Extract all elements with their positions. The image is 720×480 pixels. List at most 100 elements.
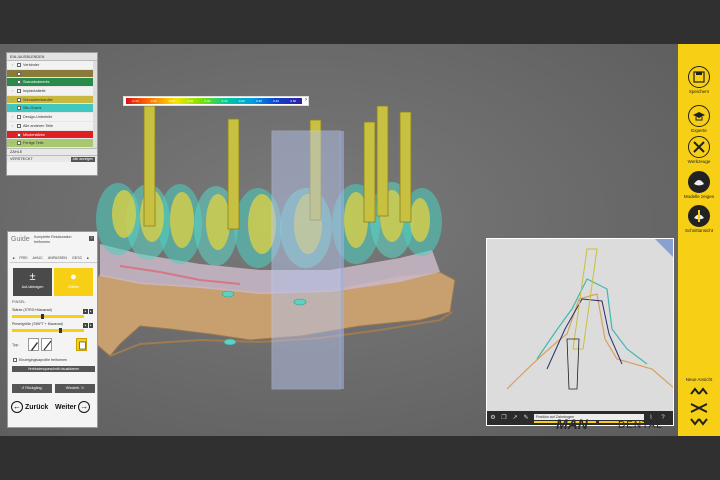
visibility-checkbox[interactable] [17,71,21,76]
expand-caret-icon[interactable]: › [12,113,15,121]
visibility-checkbox[interactable] [17,63,21,67]
visibility-checkbox[interactable] [17,132,21,137]
scale-tick-label: -0.30 [149,99,157,103]
back-button[interactable]: ← Zurück [11,401,48,415]
expand-caret-icon[interactable]: › [12,78,15,86]
visibility-checkbox[interactable] [17,80,21,85]
versteckt-label: VERSTECKT [10,156,33,161]
strength-slider[interactable] [12,314,84,319]
section-plane [271,130,344,390]
copy-icon[interactable]: ❐ [500,414,508,422]
expand-caret-icon[interactable]: › [12,61,15,69]
expand-caret-icon[interactable]: › [12,87,15,95]
visibility-item[interactable]: › Situ-Scans [7,104,97,114]
size-increase-icon[interactable]: ▸ [88,323,93,328]
expand-caret-icon[interactable]: › [12,104,15,112]
guide-panel: Guide Komplette Restauration freiformen … [7,231,98,428]
color-scale: -0.40 -0.30 -0.20 -0.10 0.00 0.10 0.20 0.30 0.40… [123,96,309,106]
visibility-checkbox[interactable] [17,97,21,102]
visibility-header[interactable]: EIN-/AUSBLENDEN [7,53,97,61]
visibility-item[interactable]: › Minderstärke [7,130,97,140]
size-stepper[interactable]: ◂ ▸ [83,323,93,328]
settings-icon[interactable]: ⚙ [489,414,497,422]
visibility-checkbox[interactable] [17,141,21,146]
visibility-item[interactable]: › Alle anderen Teile [7,121,97,131]
plus-minus-icon: ± [29,271,36,283]
view-navigation-icon[interactable] [687,386,711,426]
tools-label: Werkzeuge [687,159,711,164]
size-slider-knob[interactable] [59,328,63,333]
visualize-connector-button[interactable]: Verbindersqueschnitt visualisieren [12,366,95,372]
tab-frei[interactable]: FREI [17,256,30,260]
show-all-button[interactable]: Alle anzeigen [70,156,95,163]
tools-button[interactable]: Werkzeuge [678,136,720,165]
visibility-item[interactable]: › [7,69,97,79]
smooth-button[interactable]: ● Glätten [54,268,93,296]
visibility-item-label: Schraubenkanäle [23,97,53,102]
visibility-item[interactable]: › Fertige Teile [7,139,97,148]
strength-label: Stärke (STRG+Mausrad) [12,308,52,312]
strength-slider-knob[interactable] [40,314,44,319]
tab-anpassen[interactable]: ANPASSEN [45,256,69,260]
measure-icon[interactable]: ↗ [511,414,519,422]
zaehle-row[interactable]: ZÄHLE [7,147,97,155]
apply-remove-button[interactable]: ± Auf-/abtragen [13,268,52,296]
pen-type-button[interactable] [41,338,52,351]
tab-ahuc[interactable]: AHUC [30,256,45,260]
visibility-item-label: Verbinder [23,63,40,67]
visibility-item-label: Scanabutments [23,80,50,85]
visibility-checkbox[interactable] [17,89,21,94]
cross-section-view[interactable]: ⚙ ❐ ↗ ✎ Position auf Zahnbogen ⌇ ? [486,238,674,426]
help-icon[interactable]: ? [89,236,94,241]
visibility-checkbox[interactable] [17,106,21,111]
checkbox-box[interactable] [13,358,17,363]
visibility-item[interactable]: › Scanabutments [7,78,97,88]
section-icon [688,205,710,227]
tab-gesc[interactable]: GESC [70,256,85,260]
scale-tick-label: 0.20 [238,99,245,103]
right-toolbar: Speichern Experte Werkzeuge Modelle zeig… [678,44,720,436]
inset-corner-handle[interactable] [655,239,673,257]
block-type-button[interactable] [76,338,87,351]
show-models-button[interactable]: Modelle zeigen [678,171,720,200]
expand-caret-icon[interactable]: › [12,122,15,130]
section-contour-orange [506,293,673,390]
tabs-left-icon[interactable]: ◂ [10,256,17,260]
visibility-checkbox[interactable] [17,123,21,128]
expand-caret-icon[interactable]: › [12,139,15,147]
scale-tick-label: 0.00 [204,99,211,103]
visibility-item[interactable]: › Verbinder [7,61,97,70]
strength-increase-icon[interactable]: ▸ [88,309,93,314]
show-models-label: Modelle zeigen [683,194,715,199]
expand-caret-icon[interactable]: › [12,96,15,104]
visibility-item[interactable]: › Schraubenkanäle [7,95,97,105]
strength-stepper[interactable]: ◂ ▸ [83,309,93,314]
undo-button[interactable]: ↺ Rückgäng. [12,384,52,393]
expand-caret-icon[interactable]: › [12,131,15,139]
guide-title: Guide [11,236,30,243]
size-slider[interactable] [12,328,84,333]
visibility-item[interactable]: › Implantatteile [7,87,97,96]
position-slider-knob[interactable] [596,420,600,424]
expert-button[interactable]: Experte [678,105,720,134]
scale-toggle-icon[interactable]: › [305,97,307,103]
gingiva-checkbox[interactable]: Einzelgingivaprofile freiformen [13,358,67,363]
visibility-checkbox[interactable] [17,115,21,120]
section-view-button[interactable]: Schnittansicht [678,205,720,234]
smooth-label: Glätten [67,285,80,289]
brush-section-label: PINSEL [12,300,26,304]
expand-caret-icon[interactable]: › [12,70,15,78]
visibility-scrollbar[interactable] [93,61,97,155]
size-decrease-icon[interactable]: ◂ [83,323,88,328]
save-label: Speichern [688,89,710,94]
versteckt-row[interactable]: VERSTECKT Alle anzeigen [7,154,97,163]
scale-tick-label: 0.30 [255,99,262,103]
next-button[interactable]: Weiter → [55,401,91,415]
strength-decrease-icon[interactable]: ◂ [83,309,88,314]
visibility-item[interactable]: › Design-Unterteile [7,113,97,122]
pin-icon[interactable]: ✎ [522,414,530,422]
tabs-right-icon[interactable]: ▸ [85,256,92,260]
save-button[interactable]: Speichern [678,66,720,95]
brush-type-button[interactable] [28,338,39,351]
redo-button[interactable]: Wiederh. ↻ [55,384,95,393]
